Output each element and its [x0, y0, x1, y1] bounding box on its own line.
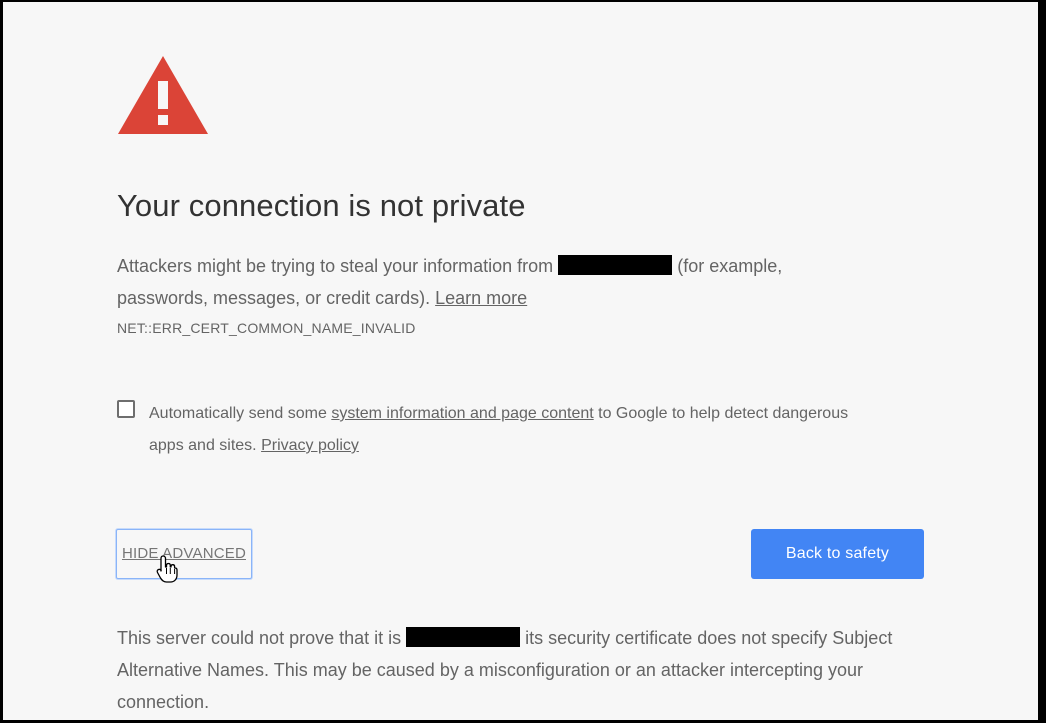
- report-label: Automatically send some system informati…: [149, 398, 869, 462]
- hide-advanced-button[interactable]: HIDE ADVANCED: [116, 529, 252, 579]
- privacy-policy-link[interactable]: Privacy policy: [261, 437, 359, 454]
- system-info-link[interactable]: system information and page content: [331, 405, 593, 422]
- details-paragraph: This server could not prove that it is i…: [117, 622, 917, 718]
- details-text-before: This server could not prove that it is: [117, 628, 402, 648]
- error-code: NET::ERR_CERT_COMMON_NAME_INVALID: [117, 320, 416, 336]
- back-to-safety-button[interactable]: Back to safety: [751, 529, 924, 579]
- interstitial-page: Your connection is not private Attackers…: [3, 2, 1038, 720]
- intro-text-before: Attackers might be trying to steal your …: [117, 256, 554, 276]
- warning-triangle-icon: [118, 56, 208, 134]
- redacted-hostname-details: [406, 627, 521, 647]
- report-checkbox[interactable]: [117, 400, 135, 418]
- redacted-hostname: [558, 255, 673, 275]
- learn-more-link[interactable]: Learn more: [435, 288, 527, 308]
- hand-cursor-icon: [156, 555, 178, 583]
- report-text-before: Automatically send some: [149, 405, 327, 422]
- page-title: Your connection is not private: [117, 188, 526, 223]
- intro-paragraph: Attackers might be trying to steal your …: [117, 250, 877, 314]
